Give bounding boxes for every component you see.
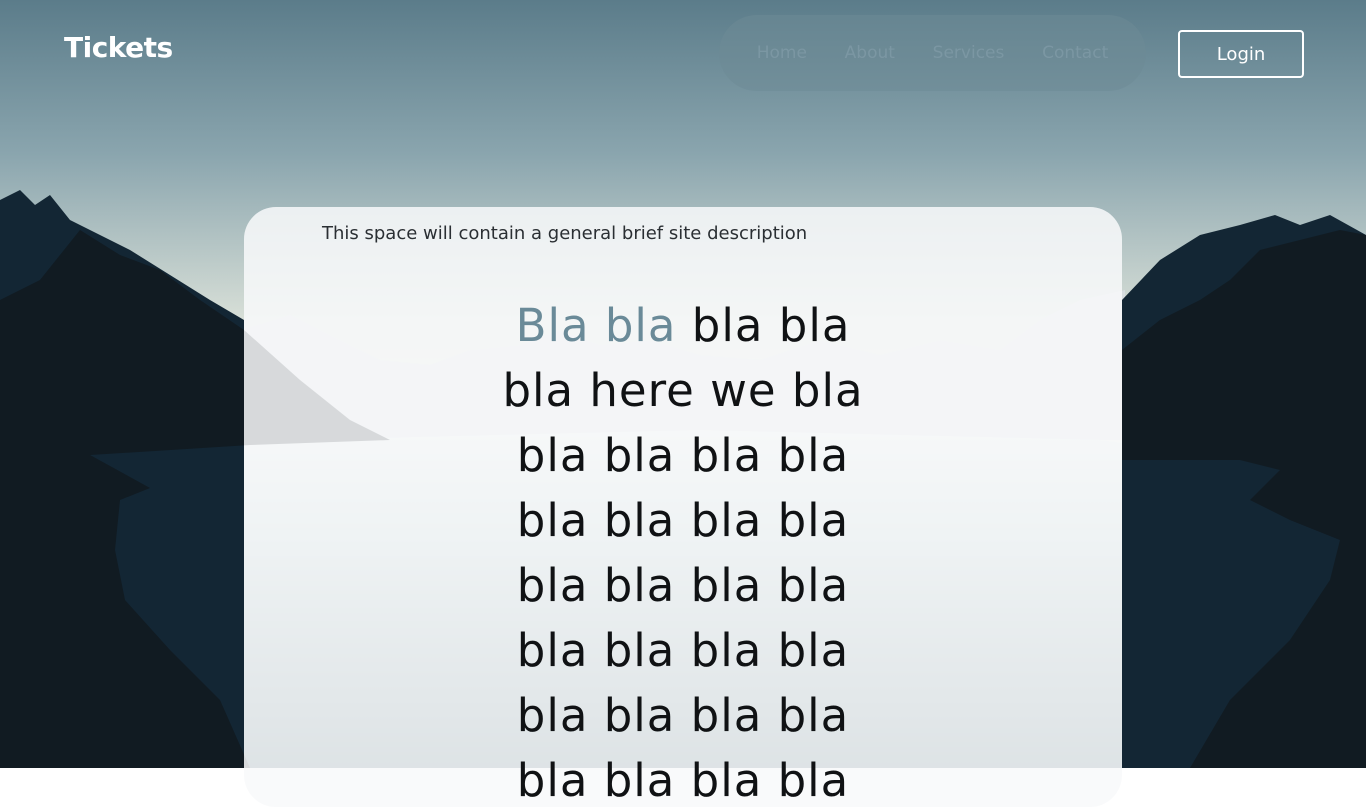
hero-line: bla bla bla bla — [516, 689, 850, 742]
hero-line: bla bla bla bla — [516, 429, 850, 482]
hero-line: bla bla bla bla — [516, 559, 850, 612]
main-nav: Home About Services Contact — [719, 15, 1146, 91]
hero-line: bla bla bla bla — [516, 494, 850, 547]
site-description: This space will contain a general brief … — [322, 223, 808, 244]
hero-line: Bla bla bla bla — [244, 293, 1122, 358]
hero-line: bla here we bla — [502, 364, 864, 417]
nav-item-home[interactable]: Home — [757, 43, 807, 63]
header: Tickets Home About Services Contact Logi… — [0, 0, 1366, 110]
nav-item-about[interactable]: About — [845, 43, 895, 63]
hero-text: Bla bla bla bla bla here we bla bla bla … — [244, 293, 1122, 807]
hero-highlight: Bla bla — [515, 299, 677, 352]
description-card: This space will contain a general brief … — [244, 207, 1122, 807]
login-button[interactable]: Login — [1178, 30, 1304, 78]
hero-line: bla bla bla bla — [516, 754, 850, 807]
nav-item-contact[interactable]: Contact — [1042, 43, 1108, 63]
hero-line: bla bla bla bla — [516, 624, 850, 677]
nav-item-services[interactable]: Services — [933, 43, 1005, 63]
hero-first-rest: bla bla — [676, 299, 851, 352]
site-logo[interactable]: Tickets — [64, 31, 173, 64]
